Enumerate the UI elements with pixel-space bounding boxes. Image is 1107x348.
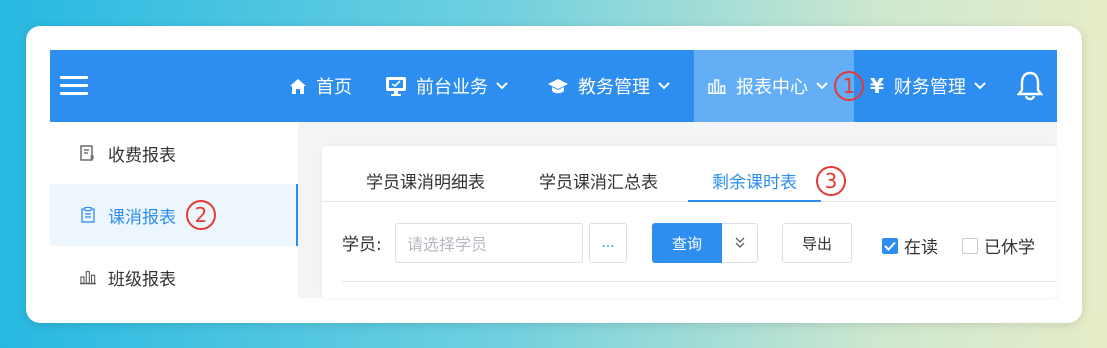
bell-icon[interactable] <box>1016 71 1044 105</box>
nav-label: 教务管理 <box>578 77 650 98</box>
checkbox-checked-icon <box>882 237 898 254</box>
nav-item-reports[interactable]: 报表中心 <box>694 50 854 122</box>
svg-text:¥: ¥ <box>90 154 95 161</box>
annotation-number: 1 <box>834 71 864 101</box>
tab-remaining-hours[interactable]: 剩余课时表 <box>688 168 821 202</box>
nav-item-front-desk[interactable]: 前台业务 <box>386 50 508 122</box>
clipboard-icon <box>80 207 96 223</box>
sidebar-item-label: 课消报表 <box>108 207 176 228</box>
checkbox-unchecked-icon <box>962 237 978 254</box>
nav-label: 首页 <box>316 77 352 98</box>
enrolled-checkbox[interactable]: 在读 <box>882 233 938 258</box>
tab-label: 剩余课时表 <box>712 173 797 193</box>
sidebar-item-label: 收费报表 <box>108 145 176 166</box>
select-student-button[interactable]: ... <box>589 223 627 263</box>
nav-label: 财务管理 <box>893 77 966 98</box>
query-button[interactable]: 查询 <box>652 223 722 263</box>
checkbox-label: 已休学 <box>984 238 1035 258</box>
tab-label: 学员课消明细表 <box>366 173 485 193</box>
sidebar: ¥ 收费报表 课消报表 2 班级报表 <box>50 122 298 298</box>
annotation-marker-2: 2 <box>186 200 216 230</box>
annotation-number: 3 <box>816 166 846 196</box>
tab-label: 学员课消汇总表 <box>539 173 658 193</box>
top-navbar: 首页 前台业务 教务管理 报表中心 1 ¥ 财务管理 <box>50 50 1057 122</box>
graduation-cap-icon <box>548 78 568 94</box>
nav-item-home[interactable]: 首页 <box>290 50 352 122</box>
chevron-down-icon <box>974 82 986 90</box>
suspended-checkbox[interactable]: 已休学 <box>962 233 1035 258</box>
sidebar-item-label: 班级报表 <box>108 269 176 290</box>
bar-chart-icon <box>708 78 726 94</box>
sidebar-item-consumption-report[interactable]: 课消报表 2 <box>50 184 298 246</box>
report-panel: 学员课消明细表 学员课消汇总表 剩余课时表 3 学员: 请选择学员 ... 查询… <box>322 146 1057 298</box>
nav-item-finance[interactable]: ¥ 财务管理 <box>870 50 986 122</box>
student-label: 学员: <box>342 235 382 255</box>
annotation-marker-3: 3 <box>816 166 846 196</box>
export-button[interactable]: 导出 <box>782 223 852 263</box>
yen-icon: ¥ <box>870 74 884 98</box>
expand-filters-button[interactable] <box>722 223 758 263</box>
tab-student-consumption-summary[interactable]: 学员课消汇总表 <box>539 168 658 202</box>
monitor-icon <box>386 76 406 96</box>
nav-label: 报表中心 <box>736 77 808 98</box>
receipt-icon: ¥ <box>80 145 96 161</box>
student-input[interactable]: 请选择学员 <box>395 223 583 263</box>
checkbox-label: 在读 <box>904 238 938 258</box>
nav-item-academic[interactable]: 教务管理 <box>548 50 670 122</box>
sidebar-item-class-report[interactable]: 班级报表 <box>50 246 298 308</box>
nav-label: 前台业务 <box>416 77 488 98</box>
chevron-down-icon <box>658 82 670 90</box>
sidebar-item-fee-report[interactable]: ¥ 收费报表 <box>50 122 298 184</box>
student-input-placeholder: 请选择学员 <box>407 235 488 254</box>
divider <box>342 281 1057 282</box>
chevron-down-icon <box>816 82 828 90</box>
home-icon <box>290 78 306 94</box>
annotation-marker-1: 1 <box>834 71 864 101</box>
bar-chart-icon <box>80 269 96 285</box>
chevron-down-icon <box>496 82 508 90</box>
report-tabs: 学员课消明细表 学员课消汇总表 剩余课时表 3 <box>322 146 1057 202</box>
tab-student-consumption-detail[interactable]: 学员课消明细表 <box>366 168 485 202</box>
double-chevron-down-icon <box>735 234 745 253</box>
